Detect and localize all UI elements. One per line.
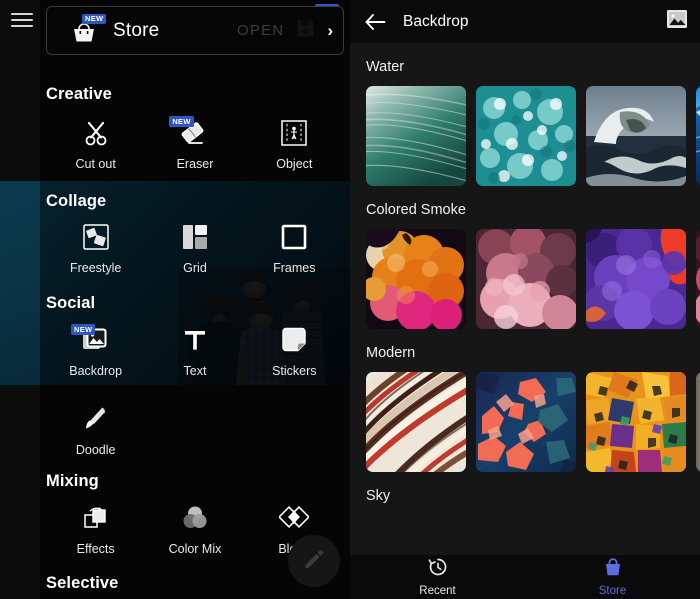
backdrop-thumb-purple-red-smoke[interactable] <box>586 229 686 329</box>
section-title-collage: Collage <box>46 192 107 210</box>
bottom-nav-label: Store <box>598 585 627 597</box>
tool-label: Frames <box>273 261 316 275</box>
tool-doodle[interactable]: Doodle <box>46 404 145 457</box>
blend-icon <box>279 503 310 533</box>
store-promo-new-badge: NEW <box>82 13 107 24</box>
tool-cut-out[interactable]: Cut out <box>46 118 145 171</box>
backdrop-thumb-ocean-wave-breaking[interactable] <box>586 86 686 186</box>
tool-label: Cut out <box>75 157 116 171</box>
arrow-left-icon[interactable] <box>362 9 388 35</box>
tool-label: Effects <box>76 542 115 556</box>
pencil-edit-icon <box>302 547 326 576</box>
scissors-icon <box>81 118 111 148</box>
tool-label: Eraser <box>176 157 214 171</box>
backdrop-new-badge: NEW <box>71 324 96 335</box>
store-open-label: OPEN <box>237 22 285 39</box>
tool-label: Object <box>276 157 313 171</box>
backdrop-thumb-navy-coral-abstract[interactable] <box>476 372 576 472</box>
category-title-modern: Modern <box>366 345 416 361</box>
tool-color-mix[interactable]: Color Mix <box>145 503 244 556</box>
text-t-icon <box>180 325 210 355</box>
eraser-new-badge: NEW <box>169 116 194 127</box>
backdrop-thumb-water-foam-turquoise[interactable] <box>476 86 576 186</box>
tool-slot-empty-1 <box>145 404 244 457</box>
bottom-nav-store[interactable]: Store <box>525 557 700 597</box>
store-basket-icon: NEW <box>71 13 107 46</box>
backdrop-bottom-nav: Recent Store <box>350 555 700 599</box>
category-title-water: Water <box>366 59 405 75</box>
tool-effects[interactable]: Effects <box>46 503 145 556</box>
store-promo-bar[interactable]: NEW Store OPEN › <box>46 6 344 55</box>
object-frame-icon <box>279 118 309 148</box>
tool-label: Freestyle <box>69 261 122 275</box>
tool-stickers[interactable]: Stickers <box>245 325 344 378</box>
hamburger-menu-icon[interactable] <box>11 13 33 28</box>
left-tools-panel: NEW NEW Store OPEN <box>0 0 350 599</box>
history-clock-icon <box>428 557 448 582</box>
tool-label: Stickers <box>272 364 317 378</box>
frame-square-icon <box>279 222 309 252</box>
tool-slot-empty-2 <box>245 404 344 457</box>
backdrop-thumb-water-streaks-teal[interactable] <box>366 86 466 186</box>
backdrop-thumb-pink-ink-smoke[interactable] <box>476 229 576 329</box>
tool-label: Color Mix <box>168 542 222 556</box>
sticker-icon <box>279 325 309 355</box>
color-mix-icon <box>180 503 210 533</box>
effects-icon <box>81 503 111 533</box>
tool-object[interactable]: Object <box>245 118 344 171</box>
tool-grid[interactable]: Grid <box>145 222 244 275</box>
shopping-bag-icon <box>603 557 623 582</box>
backdrop-appbar: Backdrop <box>350 0 700 43</box>
section-title-mixing: Mixing <box>46 472 99 490</box>
tool-eraser[interactable]: NEW Eraser <box>145 116 244 171</box>
left-edge-teal-accent <box>0 181 40 385</box>
backdrop-thumb-orange-mosaic-abstract[interactable] <box>586 372 686 472</box>
bottom-nav-recent[interactable]: Recent <box>350 557 525 597</box>
category-title-colored-smoke: Colored Smoke <box>366 202 466 218</box>
backdrop-thumb-blue-wave-sky[interactable] <box>696 86 700 186</box>
image-picker-icon[interactable] <box>666 9 688 34</box>
grid-icon <box>180 222 210 252</box>
tool-label: Text <box>183 364 207 378</box>
backdrop-thumb-striped-swirl-paint[interactable] <box>366 372 466 472</box>
category-title-sky: Sky <box>366 488 391 504</box>
tool-frames[interactable]: Frames <box>245 222 344 275</box>
left-panel-content: NEW Store OPEN › Creative Cut out NEW Er… <box>40 0 350 599</box>
category-row-colored-smoke <box>350 229 700 329</box>
tool-label: Grid <box>183 261 207 275</box>
backdrop-thumb-magenta-smoke-partial[interactable] <box>696 229 700 329</box>
freestyle-icon <box>81 222 111 252</box>
tool-label: Doodle <box>75 443 116 457</box>
backdrop-thumb-orange-ink-smoke[interactable] <box>366 229 466 329</box>
bottom-nav-label: Recent <box>419 585 456 597</box>
section-title-creative: Creative <box>46 85 112 103</box>
tool-backdrop[interactable]: NEW Backdrop <box>46 324 145 378</box>
store-promo-label: Store <box>113 19 160 41</box>
page-title: Backdrop <box>403 12 469 30</box>
backdrop-category-scroll[interactable]: Water Colored Smoke Modern Sky <box>350 43 700 555</box>
save-icon[interactable] <box>296 19 315 43</box>
paintbrush-icon <box>81 404 111 434</box>
section-title-social: Social <box>46 294 96 312</box>
tool-text[interactable]: Text <box>145 325 244 378</box>
chevron-right-icon[interactable]: › <box>327 21 333 41</box>
edit-fab-button[interactable] <box>288 535 340 587</box>
category-row-modern <box>350 372 700 472</box>
category-row-water <box>350 86 700 186</box>
backdrop-browser-panel: Backdrop Water Colored Smoke Modern Sky … <box>350 0 700 599</box>
tool-label: Backdrop <box>69 364 123 378</box>
tool-freestyle[interactable]: Freestyle <box>46 222 145 275</box>
backdrop-thumb-metallic-texture-partial[interactable] <box>696 372 700 472</box>
app-screen: NEW NEW Store OPEN <box>0 0 700 599</box>
